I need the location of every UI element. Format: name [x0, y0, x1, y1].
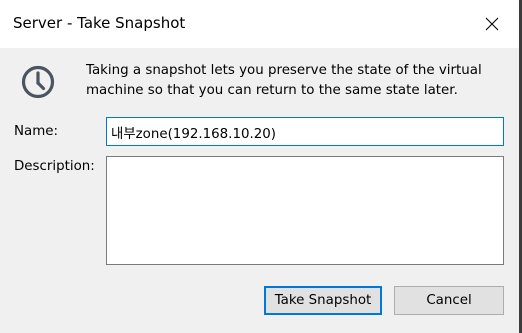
cancel-button[interactable]: Cancel: [394, 286, 504, 315]
close-button[interactable]: [472, 4, 512, 44]
take-snapshot-dialog: Server - Take Snapshot Taking a snapshot…: [0, 0, 522, 333]
window-title: Server - Take Snapshot: [13, 14, 186, 32]
take-snapshot-button[interactable]: Take Snapshot: [264, 286, 382, 315]
close-icon: [485, 17, 499, 31]
name-input[interactable]: [106, 117, 504, 146]
description-label: Description:: [14, 159, 95, 174]
name-label: Name:: [14, 124, 59, 139]
info-text: Taking a snapshot lets you preserve the …: [86, 63, 482, 98]
clock-icon: [21, 65, 55, 99]
title-bar: Server - Take Snapshot: [0, 0, 519, 48]
description-input[interactable]: [106, 156, 504, 265]
